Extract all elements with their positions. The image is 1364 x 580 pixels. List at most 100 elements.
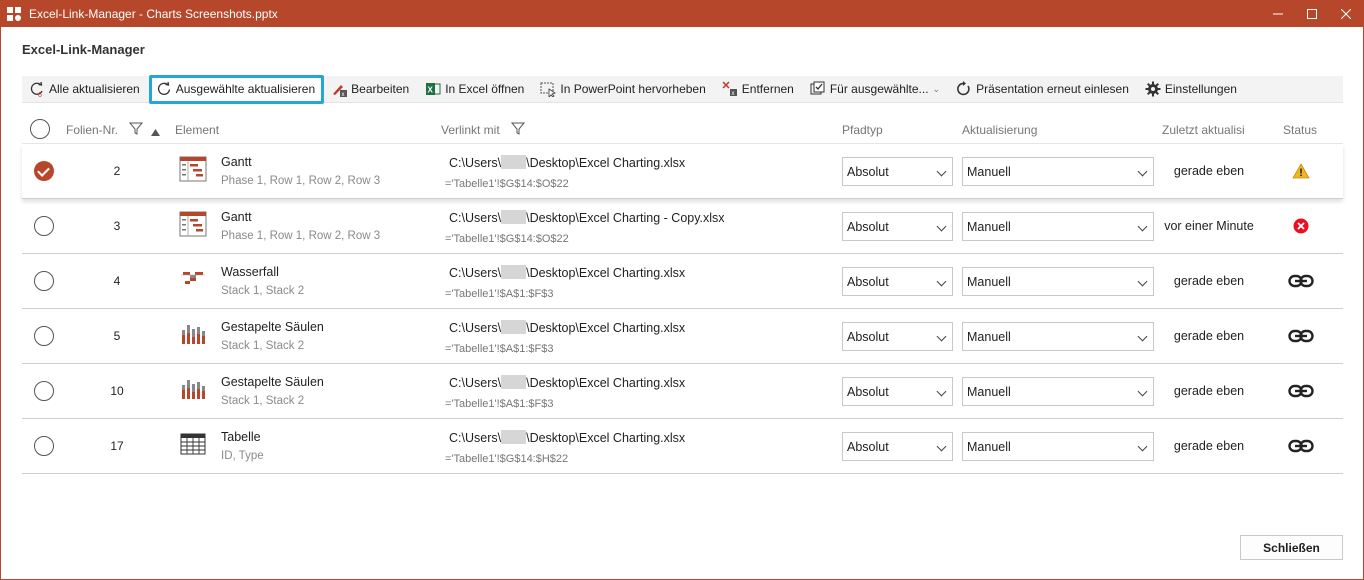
linked-file-path: C:\Users\ \Desktop\Excel Charting.xlsx [449, 375, 686, 390]
close-icon [1341, 9, 1351, 19]
redacted-username [501, 265, 527, 279]
remove-button[interactable]: x Entfernen [715, 76, 803, 103]
update-mode-select[interactable]: Manuell [962, 432, 1154, 461]
table-header: Folien-Nr. Element Verlinkt mit Pfadtyp … [22, 115, 1343, 144]
app-window: Excel-Link-Manager - Charts Screenshots.… [0, 0, 1364, 580]
update-mode-select[interactable]: Manuell [962, 212, 1154, 241]
redacted-username [501, 375, 527, 389]
row-select-radio[interactable] [34, 381, 54, 401]
column-slide[interactable]: Folien-Nr. [66, 123, 118, 137]
linked-file-path: C:\Users\ \Desktop\Excel Charting - Copy.… [449, 210, 725, 225]
link-icon[interactable] [1288, 325, 1314, 347]
chevron-down-icon [936, 386, 947, 397]
element-name: Gantt [221, 210, 252, 224]
title-bar: Excel-Link-Manager - Charts Screenshots.… [1, 1, 1363, 27]
highlight-in-powerpoint-button[interactable]: In PowerPoint hervorheben [533, 76, 714, 103]
row-select-radio[interactable] [34, 216, 54, 236]
for-selected-dropdown[interactable]: Für ausgewählte... ⌄ [803, 76, 949, 103]
update-mode-select[interactable]: Manuell [962, 322, 1154, 351]
table-row[interactable]: 10 Gestapelte Säulen Stack 1, Stack 2 C:\Us… [22, 364, 1343, 419]
table-row[interactable]: 3 Gantt Phase 1, Row 1, Row 2, Row 3 C:\Use… [22, 199, 1343, 254]
linked-file-path: C:\Users\ \Desktop\Excel Charting.xlsx [449, 430, 686, 445]
close-window-button[interactable] [1329, 1, 1363, 27]
chevron-down-icon [1137, 166, 1148, 177]
error-icon[interactable] [1288, 215, 1314, 237]
gantt-icon [179, 211, 207, 237]
linked-range: ='Tabelle1'!$G$14:$H$22 [445, 453, 569, 465]
linked-file-path: C:\Users\ \Desktop\Excel Charting.xlsx [449, 265, 686, 280]
filter-icon[interactable] [128, 121, 144, 138]
link-icon[interactable] [1288, 380, 1314, 402]
path-type-select[interactable]: Absolut [842, 212, 953, 241]
column-element[interactable]: Element [175, 123, 219, 137]
column-last-updated[interactable]: Zuletzt aktualisi [1162, 123, 1248, 137]
refresh-selected-button[interactable]: Ausgewählte aktualisieren [148, 74, 325, 104]
table-row[interactable]: 4 Wasserfall Stack 1, Stack 2 C:\Users\ \Des… [22, 254, 1343, 309]
path-type-select[interactable]: Absolut [842, 267, 953, 296]
gear-icon [1145, 81, 1161, 97]
settings-button[interactable]: Einstellungen [1138, 76, 1246, 103]
sort-ascending-icon[interactable] [151, 125, 160, 139]
linked-file-path: C:\Users\ \Desktop\Excel Charting.xlsx [449, 155, 686, 170]
table-row[interactable]: 2 Gantt Phase 1, Row 1, Row 2, Row 3 C:\Use… [22, 144, 1343, 199]
chevron-down-icon [1137, 441, 1148, 452]
last-updated: gerade eben [1173, 329, 1245, 343]
path-type-select[interactable]: Absolut [842, 322, 953, 351]
stacked-column-icon [179, 321, 207, 347]
waterfall-icon [179, 266, 207, 292]
chevron-down-icon [1137, 221, 1148, 232]
refresh-all-button[interactable]: 6 Alle aktualisieren [22, 76, 149, 103]
column-linked[interactable]: Verlinkt mit [441, 123, 500, 137]
select-all-checkbox[interactable] [30, 119, 50, 142]
linked-range: ='Tabelle1'!$A$1:$F$3 [445, 343, 554, 355]
edit-icon: x [331, 81, 348, 97]
column-path-type[interactable]: Pfadtyp [842, 123, 883, 137]
update-mode-select[interactable]: Manuell [962, 377, 1154, 406]
linked-file-path: C:\Users\ \Desktop\Excel Charting.xlsx [449, 320, 686, 335]
chevron-down-icon [936, 166, 947, 177]
column-update[interactable]: Aktualisierung [962, 123, 1037, 137]
row-select-radio[interactable] [34, 326, 54, 346]
gantt-icon [179, 156, 207, 182]
chevron-down-icon [936, 331, 947, 342]
linked-range: ='Tabelle1'!$G$14:$O$22 [445, 178, 569, 190]
links-table: Folien-Nr. Element Verlinkt mit Pfadtyp … [22, 115, 1343, 474]
excel-icon: X [425, 81, 441, 97]
last-updated: vor einer Minute [1164, 219, 1254, 233]
element-name: Tabelle [221, 430, 261, 444]
column-status[interactable]: Status [1283, 123, 1317, 137]
reload-presentation-button[interactable]: Präsentation erneut einlesen [949, 76, 1138, 103]
chevron-down-icon [936, 276, 947, 287]
maximize-button[interactable] [1295, 1, 1329, 27]
close-button[interactable]: Schließen [1240, 535, 1343, 560]
highlight-icon [540, 81, 557, 97]
open-in-excel-button[interactable]: X In Excel öffnen [418, 76, 533, 103]
page-title: Excel-Link-Manager [22, 42, 145, 57]
update-mode-select[interactable]: Manuell [962, 267, 1154, 296]
path-type-select[interactable]: Absolut [842, 432, 953, 461]
element-details: Stack 1, Stack 2 [221, 340, 305, 352]
element-details: ID, Type [221, 450, 264, 462]
link-icon[interactable] [1288, 435, 1314, 457]
path-type-select[interactable]: Absolut [842, 157, 953, 186]
row-select-radio[interactable] [34, 271, 54, 291]
edit-button[interactable]: x Bearbeiten [324, 76, 418, 103]
update-mode-select[interactable]: Manuell [962, 157, 1154, 186]
path-type-select[interactable]: Absolut [842, 377, 953, 406]
redacted-username [501, 430, 527, 444]
slide-number: 17 [110, 439, 124, 453]
table-row[interactable]: 5 Gestapelte Säulen Stack 1, Stack 2 C:\Use… [22, 309, 1343, 364]
svg-text:X: X [428, 86, 434, 95]
row-select-radio[interactable] [34, 436, 54, 456]
link-icon[interactable] [1288, 270, 1314, 292]
element-name: Gestapelte Säulen [221, 375, 324, 389]
redacted-username [501, 210, 527, 224]
filter-icon[interactable] [510, 121, 526, 138]
table-row[interactable]: 17 Tabelle ID, Type C:\Users\ \Desktop\Excel… [22, 419, 1343, 474]
refresh-all-icon: 6 [29, 81, 45, 97]
element-name: Wasserfall [221, 265, 279, 279]
warning-icon[interactable] [1288, 160, 1314, 182]
chevron-down-icon: ⌄ [932, 83, 941, 94]
row-select-radio[interactable] [34, 161, 54, 181]
minimize-button[interactable] [1261, 1, 1295, 27]
